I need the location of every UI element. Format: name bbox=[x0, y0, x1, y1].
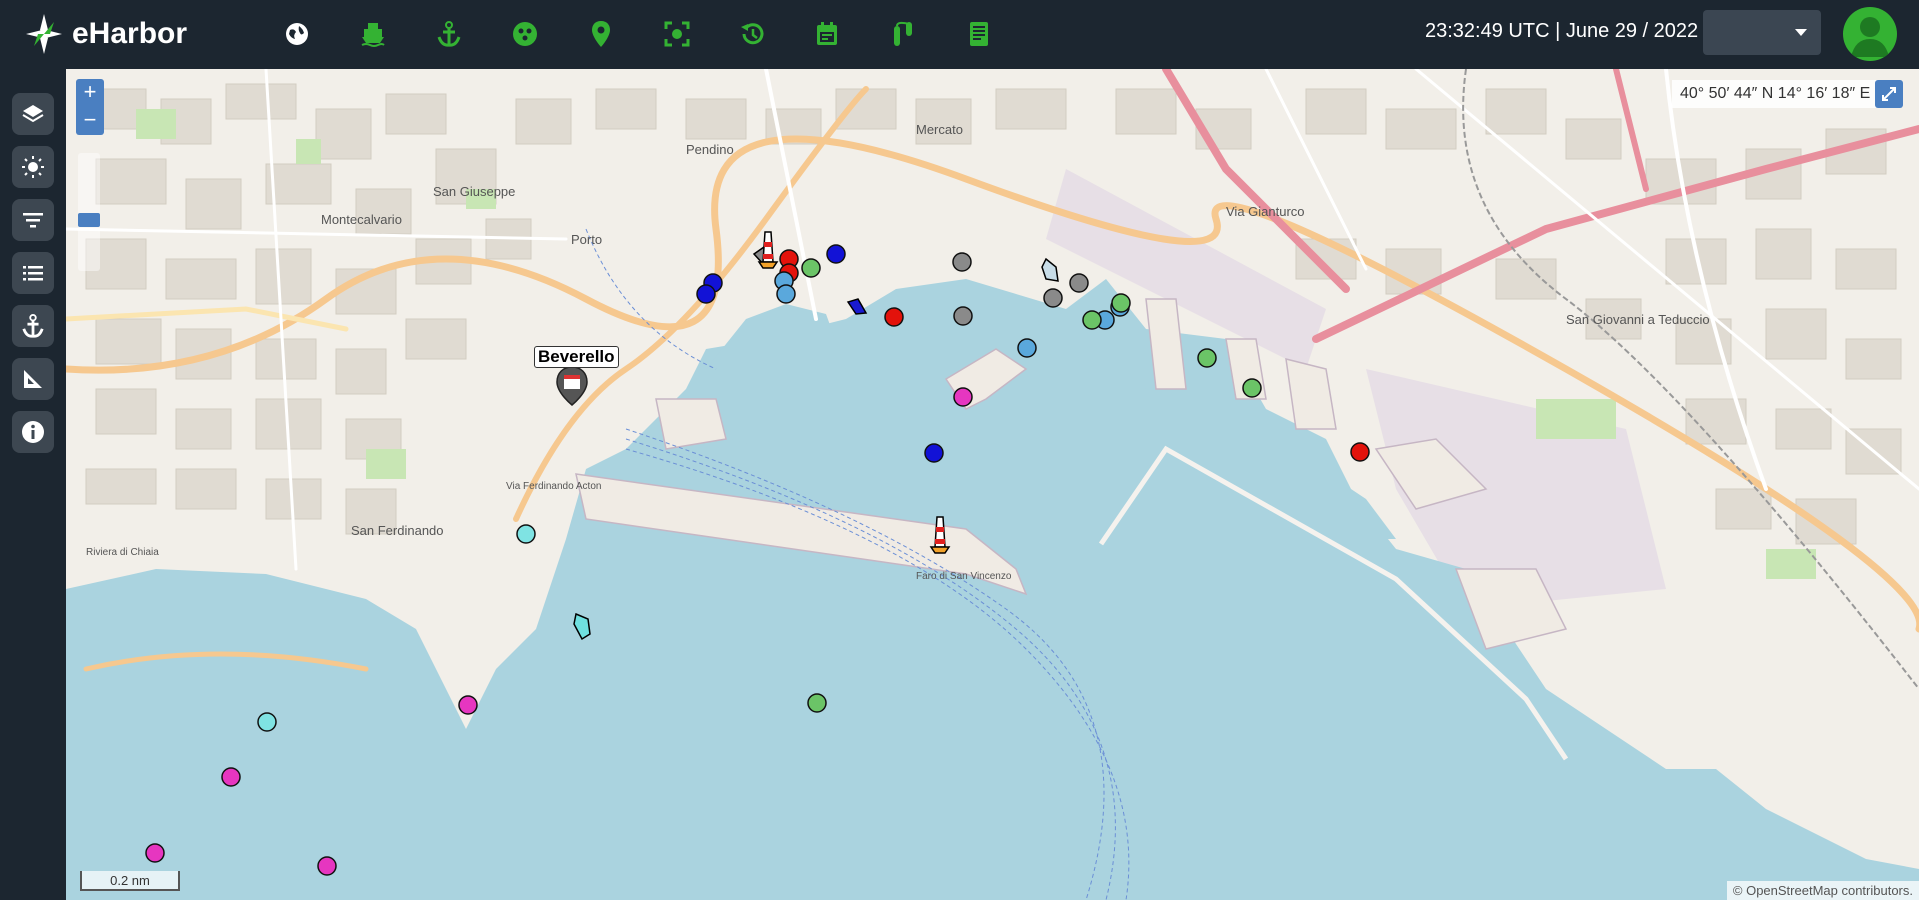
pin-icon[interactable] bbox=[585, 18, 617, 50]
map-canvas[interactable]: Montecalvario San Giuseppe Porto Pendino… bbox=[66, 69, 1919, 900]
anchorage-button[interactable] bbox=[12, 305, 54, 347]
label-montecalvario: Montecalvario bbox=[321, 212, 402, 227]
vessel-marker[interactable] bbox=[826, 244, 846, 264]
vessel-marker[interactable] bbox=[516, 524, 536, 544]
expand-icon bbox=[1882, 87, 1896, 101]
vessel-marker[interactable] bbox=[458, 695, 478, 715]
vessel-marker[interactable] bbox=[807, 693, 827, 713]
vessel-marker[interactable] bbox=[1350, 442, 1370, 462]
label-san-ferdinando: San Ferdinando bbox=[351, 523, 444, 538]
ship-icon[interactable] bbox=[357, 18, 389, 50]
map-attribution: © OpenStreetMap contributors. bbox=[1726, 881, 1919, 900]
label-faro: Faro di San Vincenzo bbox=[916, 571, 1012, 582]
vessel-marker[interactable] bbox=[1069, 273, 1089, 293]
focus-icon[interactable] bbox=[661, 18, 693, 50]
vessel-marker[interactable] bbox=[924, 443, 944, 463]
sidebar bbox=[0, 69, 66, 900]
info-button[interactable] bbox=[12, 411, 54, 453]
zoom-out-button[interactable]: − bbox=[76, 107, 104, 135]
vessel-marker[interactable] bbox=[1242, 378, 1262, 398]
vessel-marker[interactable] bbox=[317, 856, 337, 876]
weather-icon bbox=[22, 156, 44, 178]
vessel-marker[interactable] bbox=[221, 767, 241, 787]
list-button[interactable] bbox=[12, 252, 54, 294]
vessel-marker[interactable] bbox=[801, 258, 821, 278]
weather-button[interactable] bbox=[12, 146, 54, 188]
anchor-icon[interactable] bbox=[433, 18, 465, 50]
scale-bar: 0.2 nm bbox=[80, 871, 180, 891]
layers-button[interactable] bbox=[12, 93, 54, 135]
label-san-giovanni: San Giovanni a Teduccio bbox=[1566, 312, 1710, 327]
poi-label-beverello[interactable]: Beverello bbox=[534, 346, 619, 368]
vessel-marker[interactable] bbox=[1043, 288, 1063, 308]
info-icon bbox=[22, 421, 44, 443]
vessel-marker[interactable] bbox=[1111, 293, 1131, 313]
compass-logo-icon bbox=[26, 14, 62, 54]
label-san-giuseppe: San Giuseppe bbox=[433, 184, 515, 199]
utc-clock: 23:32:49 UTC | June 29 / 2022 bbox=[1425, 20, 1699, 42]
vessel-marker[interactable] bbox=[1017, 338, 1037, 358]
vessel-marker[interactable] bbox=[696, 284, 716, 304]
list-icon bbox=[23, 266, 43, 281]
app-name: eHarbor bbox=[72, 17, 188, 50]
cursor-coordinates: 40° 50′ 44″ N 14° 16′ 18″ E bbox=[1672, 80, 1879, 108]
vessel-marker[interactable] bbox=[953, 387, 973, 407]
calendar-icon[interactable] bbox=[811, 18, 843, 50]
port-select[interactable] bbox=[1703, 10, 1821, 55]
report-icon[interactable] bbox=[963, 18, 995, 50]
measure-button[interactable] bbox=[12, 358, 54, 400]
route-icon[interactable] bbox=[887, 18, 919, 50]
zoom-slider-handle[interactable] bbox=[78, 213, 100, 227]
user-avatar[interactable] bbox=[1843, 7, 1897, 61]
zoom-slider[interactable] bbox=[78, 153, 100, 271]
measure-icon bbox=[24, 370, 42, 388]
layers-icon bbox=[22, 105, 44, 123]
harbor-map[interactable]: Montecalvario San Giuseppe Porto Pendino… bbox=[66, 69, 1919, 900]
label-via-acton: Via Ferdinando Acton bbox=[506, 481, 601, 492]
chevron-down-icon bbox=[1795, 29, 1807, 36]
anchor-icon bbox=[22, 314, 44, 338]
filter-icon bbox=[23, 213, 43, 228]
vessel-marker[interactable] bbox=[953, 306, 973, 326]
vessel-marker[interactable] bbox=[145, 843, 165, 863]
label-via-gianturco: Via Gianturco bbox=[1226, 204, 1305, 219]
sensor-icon[interactable] bbox=[509, 18, 541, 50]
vessel-marker[interactable] bbox=[1082, 310, 1102, 330]
label-mercato: Mercato bbox=[916, 122, 963, 137]
app-logo[interactable]: eHarbor bbox=[24, 12, 187, 56]
label-porto: Porto bbox=[571, 232, 602, 247]
top-bar: eHarbor 23:32:49 UTC | June 29 / 2022 bbox=[0, 0, 1919, 69]
zoom-in-button[interactable]: + bbox=[76, 79, 104, 107]
label-pendino: Pendino bbox=[686, 142, 734, 157]
zoom-control: + − bbox=[76, 79, 104, 135]
vessel-marker[interactable] bbox=[1197, 348, 1217, 368]
user-icon bbox=[1851, 17, 1889, 57]
history-icon[interactable] bbox=[736, 18, 768, 50]
vessel-marker[interactable] bbox=[257, 712, 277, 732]
filter-button[interactable] bbox=[12, 199, 54, 241]
vessel-marker[interactable] bbox=[776, 284, 796, 304]
globe-icon[interactable] bbox=[281, 18, 313, 50]
label-riviera: Riviera di Chiaia bbox=[86, 547, 159, 558]
fullscreen-button[interactable] bbox=[1875, 80, 1903, 108]
vessel-marker[interactable] bbox=[952, 252, 972, 272]
vessel-marker[interactable] bbox=[884, 307, 904, 327]
